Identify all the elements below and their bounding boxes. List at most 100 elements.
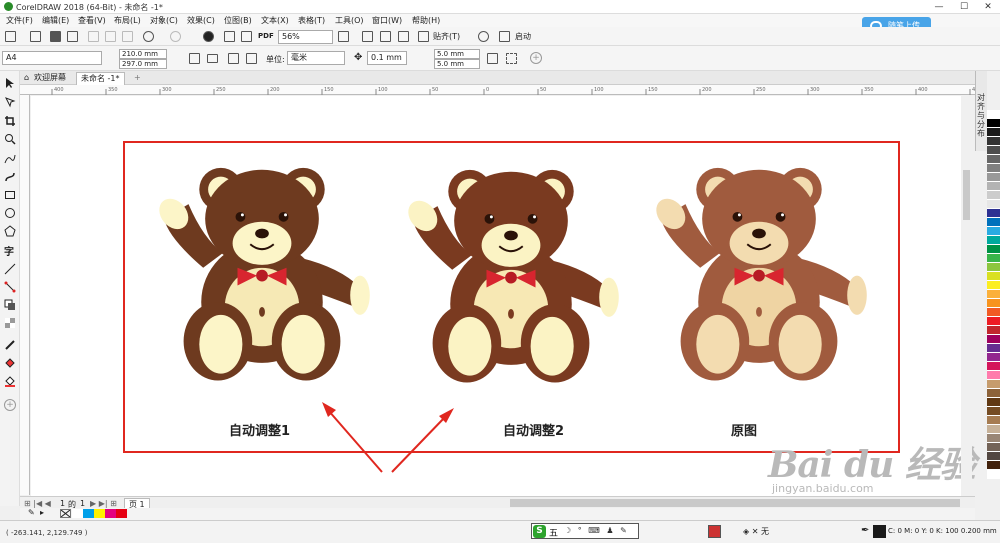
menu-view[interactable]: 查看(V) <box>78 15 106 26</box>
save-icon[interactable] <box>50 31 61 42</box>
palette-swatch[interactable] <box>987 272 1000 281</box>
menu-bitmaps[interactable]: 位图(B) <box>224 15 252 26</box>
palette-swatch[interactable] <box>987 263 1000 272</box>
smart-fill-tool-icon[interactable] <box>4 375 16 387</box>
menu-text[interactable]: 文本(X) <box>261 15 289 26</box>
no-color-swatch[interactable] <box>60 509 71 518</box>
palette-swatch[interactable] <box>987 308 1000 317</box>
portrait-icon[interactable] <box>189 53 200 64</box>
palette-swatch[interactable] <box>987 452 1000 461</box>
vertical-scroll-thumb[interactable] <box>963 170 970 220</box>
document-color-swatch[interactable] <box>105 509 116 518</box>
minimize-button[interactable]: — <box>928 0 950 14</box>
palette-swatch[interactable] <box>987 245 1000 254</box>
new-document-icon[interactable] <box>5 31 16 42</box>
parallel-dimension-tool-icon[interactable] <box>4 263 16 275</box>
palette-swatch[interactable] <box>987 416 1000 425</box>
menu-file[interactable]: 文件(F) <box>6 15 33 26</box>
palette-swatch[interactable] <box>987 443 1000 452</box>
copy-icon[interactable] <box>105 31 116 42</box>
menu-table[interactable]: 表格(T) <box>298 15 325 26</box>
gear-icon[interactable] <box>478 31 489 42</box>
redo-icon[interactable] <box>170 31 181 42</box>
palette-swatch[interactable] <box>987 182 1000 191</box>
add-preset-icon[interactable]: + <box>530 52 542 64</box>
ellipse-tool-icon[interactable] <box>4 207 16 219</box>
show-rulers-icon[interactable] <box>362 31 373 42</box>
palette-arrow-icon[interactable]: ▸ <box>40 508 44 517</box>
document-color-swatch[interactable] <box>72 509 83 518</box>
close-button[interactable]: ✕ <box>977 0 999 14</box>
palette-swatch[interactable] <box>987 290 1000 299</box>
palette-swatch[interactable] <box>987 398 1000 407</box>
vertical-ruler[interactable] <box>20 95 30 495</box>
vertical-scrollbar[interactable] <box>961 96 972 496</box>
outline-color-swatch[interactable] <box>873 525 886 538</box>
palette-swatch[interactable] <box>987 200 1000 209</box>
palette-swatch[interactable] <box>987 335 1000 344</box>
duplicate-y-field[interactable]: 5.0 mm <box>434 59 480 69</box>
menu-help[interactable]: 帮助(H) <box>412 15 440 26</box>
snap-to-dropdown[interactable]: 贴齐(T) <box>433 31 460 42</box>
palette-swatch[interactable] <box>987 407 1000 416</box>
artistic-media-tool-icon[interactable] <box>4 171 16 183</box>
landscape-icon[interactable] <box>207 54 218 63</box>
text-tool-icon[interactable]: 字 <box>4 243 16 258</box>
duplicate-x-field[interactable]: 5.0 mm <box>434 49 480 59</box>
document-color-swatch[interactable] <box>116 509 127 518</box>
pick-tool-icon[interactable] <box>4 77 16 89</box>
bleed-icon[interactable] <box>506 53 517 64</box>
palette-swatch[interactable] <box>987 317 1000 326</box>
palette-swatch[interactable] <box>987 254 1000 263</box>
freehand-tool-icon[interactable] <box>4 153 16 165</box>
undo-icon[interactable] <box>143 31 154 42</box>
palette-swatch[interactable] <box>987 164 1000 173</box>
maximize-button[interactable]: ☐ <box>953 0 975 14</box>
print-icon[interactable] <box>67 31 78 42</box>
paste-icon[interactable] <box>122 31 133 42</box>
palette-swatch[interactable] <box>987 371 1000 380</box>
units-select[interactable]: 毫米 <box>287 51 345 65</box>
palette-swatch[interactable] <box>987 362 1000 371</box>
palette-swatch[interactable] <box>987 209 1000 218</box>
full-screen-preview-icon[interactable] <box>338 31 349 42</box>
drop-shadow-tool-icon[interactable] <box>4 299 16 311</box>
palette-swatch[interactable] <box>987 425 1000 434</box>
fill-indicator-icon[interactable] <box>708 525 721 538</box>
palette-swatch[interactable] <box>987 110 1000 119</box>
palette-swatch[interactable] <box>987 128 1000 137</box>
import-icon[interactable] <box>224 31 235 42</box>
page-nav-next-last[interactable]: ▶ ▶| ⊞ <box>90 499 117 508</box>
publish-pdf-icon[interactable]: PDF <box>258 32 274 40</box>
palette-swatch[interactable] <box>987 380 1000 389</box>
palette-swatch[interactable] <box>987 470 1000 479</box>
palette-swatch[interactable] <box>987 137 1000 146</box>
interactive-fill-tool-icon[interactable] <box>4 357 16 369</box>
menu-effects[interactable]: 效果(C) <box>187 15 215 26</box>
crop-tool-icon[interactable] <box>4 115 16 127</box>
open-icon[interactable] <box>30 31 41 42</box>
snap-icon[interactable] <box>418 31 429 42</box>
palette-swatch[interactable] <box>987 191 1000 200</box>
palette-swatch[interactable] <box>987 389 1000 398</box>
show-grid-icon[interactable] <box>380 31 391 42</box>
palette-swatch[interactable] <box>987 353 1000 362</box>
connector-tool-icon[interactable] <box>4 281 16 293</box>
current-page-icon[interactable] <box>246 53 257 64</box>
page-height-field[interactable]: 297.0 mm <box>119 59 167 69</box>
zoom-level-field[interactable]: 56% <box>278 30 333 44</box>
menu-layout[interactable]: 布局(L) <box>114 15 141 26</box>
shape-tool-icon[interactable] <box>4 96 16 108</box>
palette-swatch[interactable] <box>987 434 1000 443</box>
horizontal-ruler[interactable]: 400 350 300 250 200 150 100 50 0 50 100 150 200 250 30… <box>20 85 982 95</box>
page-width-field[interactable]: 210.0 mm <box>119 49 167 59</box>
eyedropper-tool-icon[interactable] <box>4 339 16 351</box>
palette-swatch[interactable] <box>987 344 1000 353</box>
document-color-swatch[interactable] <box>83 509 94 518</box>
palette-swatch[interactable] <box>987 326 1000 335</box>
page-nav-first-prev[interactable]: ⊞ |◀ ◀ <box>24 499 51 508</box>
export-icon[interactable] <box>241 31 252 42</box>
palette-swatch[interactable] <box>987 218 1000 227</box>
menu-window[interactable]: 窗口(W) <box>372 15 402 26</box>
palette-swatch[interactable] <box>987 119 1000 128</box>
